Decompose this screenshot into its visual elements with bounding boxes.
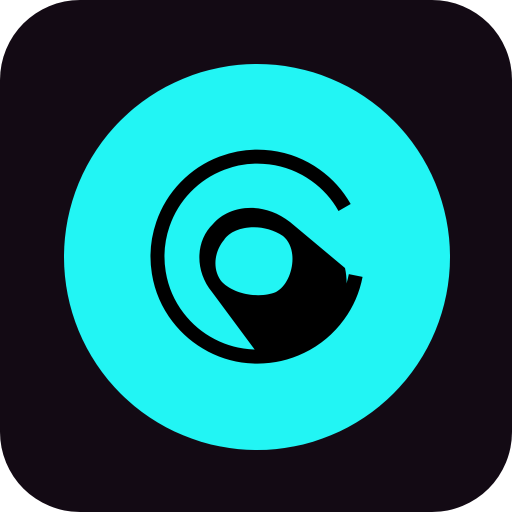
app-logo-icon[interactable]: [0, 0, 512, 512]
inner-dot: [215, 227, 293, 296]
app-icon-canvas: [0, 0, 512, 512]
